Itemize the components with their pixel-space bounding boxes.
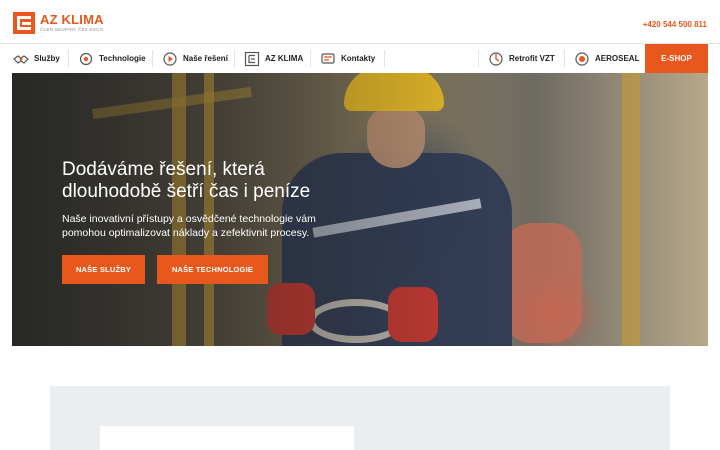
nav-item-kontakty[interactable]: Kontakty (320, 44, 375, 73)
nav-divider (310, 50, 311, 67)
nav-divider (152, 50, 153, 67)
nav-divider (478, 50, 479, 67)
handshake-icon (13, 51, 29, 67)
hero-banner: Dodáváme řešení, která dlouhodobě šetří … (12, 73, 708, 346)
nav-item-retrofit-vzt[interactable]: Retrofit VZT (488, 44, 555, 73)
nav-item-az-klima[interactable]: AZ KLIMA (244, 44, 303, 73)
nav-divider (234, 50, 235, 67)
nav-label-az-klima: AZ KLIMA (265, 54, 304, 63)
nav-item-technologie[interactable]: Technologie (78, 44, 146, 73)
hero-title-line2: dlouhodobě šetří čas i peníze (62, 181, 311, 202)
logo-subtitle: ČLEN SKUPINY ČEZ ESCO (40, 27, 104, 33)
eshop-button[interactable]: E-SHOP (645, 44, 708, 73)
site-header: AZ KLIMA ČLEN SKUPINY ČEZ ESCO +420 544 … (0, 0, 720, 43)
phone-link[interactable]: +420 544 500 811 (643, 20, 707, 29)
nav-label-technologie: Technologie (99, 54, 146, 63)
hero-title-line1: Dodáváme řešení, která (62, 159, 265, 180)
logo-text: AZ KLIMA ČLEN SKUPINY ČEZ ESCO (40, 13, 104, 33)
nav-item-nase-reseni[interactable]: Naše řešení (162, 44, 228, 73)
main-nav: Služby Technologie Naše řešení AZ KLIMA … (0, 43, 720, 73)
nav-label-nase-reseni: Naše řešení (183, 54, 228, 63)
contact-icon (320, 51, 336, 67)
nav-label-sluzby: Služby (34, 54, 60, 63)
play-icon (162, 51, 178, 67)
logo-icon (13, 12, 35, 34)
nav-item-aeroseal[interactable]: AEROSEAL (574, 44, 639, 73)
nav-label-kontakty: Kontakty (341, 54, 376, 63)
logo-outline-icon (244, 51, 260, 67)
logo[interactable]: AZ KLIMA ČLEN SKUPINY ČEZ ESCO (13, 12, 104, 34)
hero-subtitle-line1: Naše inovativní přístupy a osvědčené tec… (62, 213, 316, 225)
nav-item-sluzby[interactable]: Služby (13, 44, 60, 73)
content-card (100, 426, 354, 450)
services-button[interactable]: NAŠE SLUŽBY (62, 255, 145, 284)
gear-icon (78, 51, 94, 67)
nav-divider (564, 50, 565, 67)
logo-title: AZ KLIMA (40, 12, 104, 28)
hero-subtitle-line2: pomohou optimalizovat náklady a zefektiv… (62, 227, 310, 239)
nav-label-retrofit-vzt: Retrofit VZT (509, 54, 555, 63)
nav-divider (384, 50, 385, 67)
retrofit-icon (488, 51, 504, 67)
technology-button[interactable]: NAŠE TECHNOLOGIE (157, 255, 268, 284)
nav-label-aeroseal: AEROSEAL (595, 54, 640, 63)
hero-title: Dodáváme řešení, která dlouhodobě šetří … (62, 159, 382, 203)
hero-subtitle: Naše inovativní přístupy a osvědčené tec… (62, 212, 372, 240)
aeroseal-icon (574, 51, 590, 67)
nav-divider (68, 50, 69, 67)
